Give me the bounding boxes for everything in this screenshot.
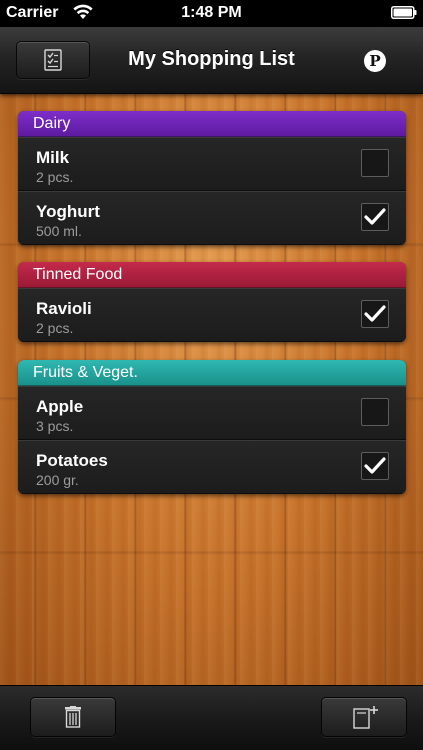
navigation-bar: My Shopping List P	[0, 27, 423, 94]
delete-button[interactable]	[30, 697, 116, 737]
item-name: Milk	[36, 148, 70, 167]
category-section-fruits-vegetables: Fruits & Veget. Apple 3 pcs. Potatoes 20…	[18, 360, 406, 494]
checkmark-icon	[364, 208, 386, 225]
item-name: Apple	[36, 397, 84, 416]
category-header[interactable]: Tinned Food	[18, 262, 406, 288]
item-quantity: 200 gr.	[36, 472, 79, 488]
category-section-dairy: Dairy Milk 2 pcs. Yoghurt 500 ml.	[18, 111, 406, 245]
battery-icon	[391, 6, 417, 19]
list-item[interactable]: Ravioli 2 pcs.	[18, 288, 406, 342]
status-bar: Carrier 1:48 PM	[0, 0, 423, 27]
add-item-button[interactable]	[321, 697, 407, 737]
item-name: Yoghurt	[36, 202, 100, 221]
item-quantity: 3 pcs.	[36, 418, 74, 434]
item-quantity: 2 pcs.	[36, 320, 74, 336]
checkmark-icon	[364, 457, 386, 474]
item-name: Potatoes	[36, 451, 108, 470]
category-header[interactable]: Fruits & Veget.	[18, 360, 406, 386]
item-quantity: 500 ml.	[36, 223, 82, 239]
add-item-icon	[353, 706, 378, 729]
premium-badge-button[interactable]: P	[364, 50, 386, 72]
trash-icon	[65, 706, 81, 728]
app-screen: Carrier 1:48 PM My Shopping List P Dairy…	[0, 0, 423, 750]
page-title: My Shopping List	[128, 48, 295, 70]
list-item[interactable]: Yoghurt 500 ml.	[18, 191, 406, 245]
item-checkbox[interactable]	[361, 398, 389, 426]
item-checkbox[interactable]	[361, 203, 389, 231]
list-item[interactable]: Potatoes 200 gr.	[18, 440, 406, 494]
item-checkbox[interactable]	[361, 452, 389, 480]
item-quantity: 2 pcs.	[36, 169, 74, 185]
bottom-toolbar	[0, 685, 423, 750]
category-section-tinned-food: Tinned Food Ravioli 2 pcs.	[18, 262, 406, 342]
item-name: Ravioli	[36, 299, 92, 318]
item-checkbox[interactable]	[361, 300, 389, 328]
category-header[interactable]: Dairy	[18, 111, 406, 137]
item-checkbox[interactable]	[361, 149, 389, 177]
list-item[interactable]: Apple 3 pcs.	[18, 386, 406, 440]
checkmark-icon	[364, 305, 386, 322]
list-item[interactable]: Milk 2 pcs.	[18, 137, 406, 191]
clock-label: 1:48 PM	[181, 4, 242, 21]
